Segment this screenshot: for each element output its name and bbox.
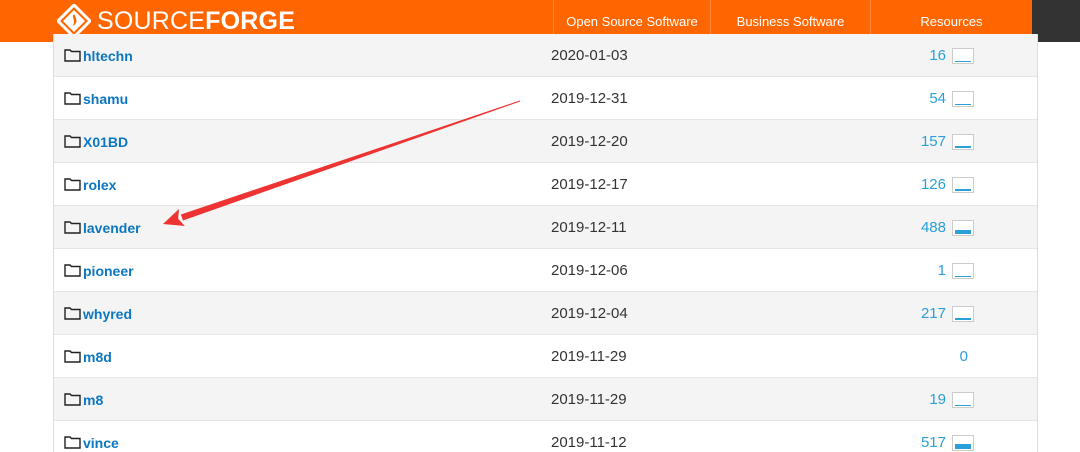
download-count: 16 (929, 47, 946, 64)
folder-name: hltechn (83, 47, 133, 64)
download-sparkline (952, 219, 974, 236)
folder-name: pioneer (83, 262, 134, 279)
modified-date: 2019-11-12 (551, 434, 627, 451)
folder-link[interactable]: X01BD (64, 120, 128, 163)
modified-date: 2019-11-29 (551, 391, 627, 408)
folder-icon (64, 436, 81, 449)
folder-name: m8d (83, 348, 112, 365)
modified-date: 2019-12-20 (551, 133, 628, 150)
modified-date: 2019-12-04 (551, 305, 628, 322)
logo-word-source: SOURCE (97, 7, 206, 35)
download-stats[interactable]: 517 (844, 421, 974, 452)
folder-icon (64, 307, 81, 320)
folder-name: vince (83, 434, 119, 451)
sparkline-fill (955, 229, 971, 234)
sparkline-fill (955, 188, 971, 191)
modified-date: 2019-12-17 (551, 176, 628, 193)
sparkline-fill (955, 275, 971, 277)
folder-link[interactable]: m8d (64, 335, 112, 378)
download-sparkline (952, 262, 974, 279)
table-row[interactable]: lavender 2019-12-11 488 (54, 206, 1037, 249)
download-stats[interactable]: 16 (844, 34, 974, 77)
table-row[interactable]: X01BD 2019-12-20 157 (54, 120, 1037, 163)
download-stats[interactable]: 54 (844, 77, 974, 120)
download-count: 517 (920, 434, 946, 451)
folder-name: X01BD (83, 133, 129, 150)
folder-icon (64, 350, 81, 363)
table-row[interactable]: pioneer 2019-12-06 1 (54, 249, 1037, 292)
modified-date: 2019-11-29 (551, 348, 627, 365)
folder-link[interactable]: shamu (64, 77, 128, 120)
folder-icon (64, 264, 81, 277)
folder-link[interactable]: rolex (64, 163, 116, 206)
logo-wordmark: SOURCEFORGE (97, 4, 295, 38)
download-count: 54 (929, 90, 946, 107)
download-stats[interactable]: 157 (844, 120, 974, 163)
sparkline-fill (955, 443, 971, 449)
folder-name: m8 (83, 391, 104, 408)
download-sparkline (952, 434, 974, 451)
download-count: 126 (920, 176, 946, 193)
download-sparkline (952, 90, 974, 107)
download-stats[interactable]: 488 (844, 206, 974, 249)
table-row[interactable]: m8d 2019-11-29 0 (54, 335, 1037, 378)
download-count: 217 (920, 305, 946, 322)
folder-name: shamu (83, 90, 129, 107)
table-row[interactable]: hltechn 2020-01-03 16 (54, 34, 1037, 77)
folder-icon (64, 49, 81, 62)
download-stats[interactable]: 126 (844, 163, 974, 206)
sourceforge-logo[interactable]: SOURCEFORGE (57, 4, 295, 38)
folder-icon (64, 92, 81, 105)
download-stats[interactable]: 1 (844, 249, 974, 292)
download-sparkline (952, 305, 974, 322)
modified-date: 2019-12-31 (551, 90, 628, 107)
download-count: 1 (937, 262, 946, 279)
download-stats[interactable]: 19 (844, 378, 974, 421)
table-row[interactable]: whyred 2019-12-04 217 (54, 292, 1037, 335)
sparkline-fill (955, 317, 971, 320)
table-row[interactable]: shamu 2019-12-31 54 (54, 77, 1037, 120)
download-stats[interactable]: 217 (844, 292, 974, 335)
sparkline-fill (955, 103, 971, 105)
folder-link[interactable]: m8 (64, 378, 103, 421)
download-sparkline (952, 391, 974, 408)
sparkline-fill (955, 145, 971, 148)
page: SOURCEFORGE Open Source Software Busines… (0, 0, 1080, 452)
folder-link[interactable]: whyred (64, 292, 132, 335)
folder-icon (64, 221, 81, 234)
folder-link[interactable]: lavender (64, 206, 141, 249)
folder-icon (64, 135, 81, 148)
modified-date: 2019-12-11 (551, 219, 627, 236)
folder-icon (64, 393, 81, 406)
logo-word-forge: FORGE (205, 7, 296, 35)
table-row[interactable]: rolex 2019-12-17 126 (54, 163, 1037, 206)
modified-date: 2020-01-03 (551, 47, 628, 64)
sparkline-fill (955, 404, 971, 406)
download-count: 488 (920, 219, 946, 236)
download-count: 0 (959, 348, 968, 365)
download-sparkline (952, 133, 974, 150)
header-account-area[interactable] (1032, 0, 1080, 42)
file-list-table: hltechn 2020-01-03 16 shamu 2019-12-31 54 X01B… (53, 34, 1038, 452)
download-count: 157 (920, 133, 946, 150)
modified-date: 2019-12-06 (551, 262, 628, 279)
folder-link[interactable]: hltechn (64, 34, 133, 77)
folder-link[interactable]: vince (64, 421, 119, 452)
folder-name: rolex (83, 176, 117, 193)
table-row[interactable]: m8 2019-11-29 19 (54, 378, 1037, 421)
table-row[interactable]: vince 2019-11-12 517 (54, 421, 1037, 452)
folder-link[interactable]: pioneer (64, 249, 134, 292)
download-stats[interactable]: 0 (844, 335, 974, 378)
folder-name: whyred (83, 305, 133, 322)
download-count: 19 (929, 391, 946, 408)
sourceforge-diamond-icon (57, 4, 91, 38)
folder-icon (64, 178, 81, 191)
download-sparkline (952, 176, 974, 193)
sparkline-fill (955, 60, 971, 62)
download-sparkline (952, 47, 974, 64)
folder-name: lavender (83, 219, 141, 236)
